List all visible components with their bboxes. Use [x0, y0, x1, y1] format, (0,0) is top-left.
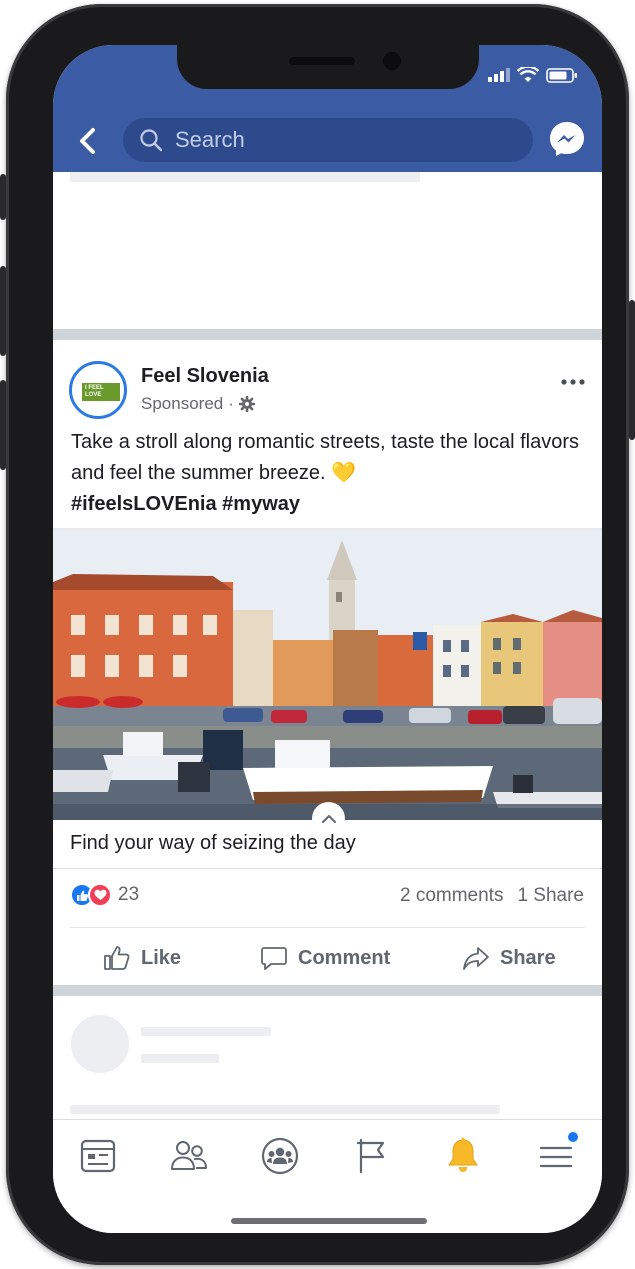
phone-frame: I FEEL LOVE Feel Slovenia Sponsored · — [0, 4, 635, 1265]
post-body-text: Take a stroll along romantic streets, ta… — [71, 431, 580, 484]
phone-screen: I FEEL LOVE Feel Slovenia Sponsored · — [53, 45, 602, 1233]
power-button — [629, 300, 635, 440]
engagement-stats: 2 comments 1 Share — [400, 885, 584, 907]
post-image[interactable] — [53, 530, 602, 820]
gear-icon[interactable] — [238, 396, 255, 412]
messenger-icon — [550, 122, 584, 156]
tab-menu[interactable] — [536, 1132, 578, 1176]
more-options-button[interactable] — [561, 373, 585, 386]
avatar-logo-text: I FEEL LOVE — [85, 385, 104, 398]
menu-notification-dot — [568, 1132, 578, 1142]
placeholder-strip — [70, 172, 420, 182]
heart-icon — [88, 883, 112, 907]
news-feed-icon — [80, 1139, 116, 1173]
home-indicator[interactable] — [231, 1218, 427, 1224]
feed-divider — [53, 329, 602, 340]
wifi-icon — [517, 67, 539, 82]
caption-divider — [53, 868, 602, 869]
speaker-grille — [289, 57, 355, 65]
tab-groups[interactable] — [260, 1136, 300, 1176]
mute-switch — [0, 174, 6, 220]
cellular-signal-icon — [488, 68, 510, 82]
notifications-bell-icon — [448, 1137, 478, 1172]
like-label: Like — [141, 946, 182, 969]
actions-divider — [70, 927, 585, 928]
tab-notifications[interactable] — [443, 1136, 483, 1176]
battery-icon — [546, 67, 577, 83]
chevron-up-icon — [321, 814, 336, 823]
page-name-link[interactable]: Feel Slovenia — [141, 365, 269, 388]
separator-dot: · — [228, 394, 234, 413]
chevron-left-icon — [80, 128, 95, 154]
search-icon — [140, 129, 163, 152]
messenger-button[interactable] — [548, 120, 586, 158]
friends-icon — [171, 1141, 207, 1170]
status-bar — [488, 67, 578, 83]
menu-icon — [539, 1146, 573, 1168]
link-caption[interactable]: Find your way of seizing the day — [53, 802, 602, 868]
share-arrow-icon — [463, 947, 489, 970]
share-label: Share — [500, 946, 556, 969]
comments-count-link[interactable]: 2 comments — [400, 885, 503, 907]
skeleton-line — [141, 1054, 219, 1063]
comment-bubble-icon — [261, 947, 287, 970]
more-horizontal-icon — [561, 379, 585, 385]
comment-label: Comment — [298, 946, 391, 969]
like-button[interactable]: Like — [103, 941, 181, 975]
post-hashtags[interactable]: #ifeelsLOVEnia #myway — [71, 489, 581, 520]
tab-pages[interactable] — [352, 1136, 392, 1176]
front-camera — [383, 52, 401, 70]
tab-news-feed[interactable] — [78, 1136, 118, 1176]
shares-count-link[interactable]: 1 Share — [517, 885, 584, 907]
post-text: Take a stroll along romantic streets, ta… — [71, 427, 581, 520]
sponsored-text: Sponsored — [141, 394, 224, 413]
tab-friends[interactable] — [169, 1136, 209, 1176]
harbor-photo — [53, 530, 602, 820]
search-input[interactable] — [175, 127, 515, 153]
caption-text: Find your way of seizing the day — [70, 832, 356, 854]
feed-divider — [53, 985, 602, 996]
skeleton-line — [141, 1027, 271, 1036]
expand-caption-button[interactable] — [312, 802, 345, 835]
skeleton-avatar — [71, 1015, 129, 1073]
volume-down-button — [0, 380, 6, 470]
share-button[interactable]: Share — [462, 941, 556, 975]
reaction-summary[interactable]: 23 — [70, 883, 139, 907]
skeleton-line — [70, 1105, 500, 1114]
page-avatar[interactable]: I FEEL LOVE — [69, 361, 127, 419]
feel-slovenia-logo: I FEEL LOVE — [82, 383, 120, 401]
reaction-count: 23 — [118, 884, 140, 905]
sponsored-label: Sponsored · — [141, 394, 255, 414]
pages-flag-icon — [356, 1138, 385, 1174]
device-notch — [177, 45, 479, 89]
post-header: I FEEL LOVE Feel Slovenia Sponsored · — [69, 361, 589, 421]
back-button[interactable] — [75, 127, 101, 155]
thumbs-up-icon — [104, 946, 130, 970]
search-bar[interactable] — [123, 118, 533, 162]
volume-up-button — [0, 266, 6, 356]
bottom-tab-bar — [53, 1119, 602, 1233]
comment-button[interactable]: Comment — [260, 941, 390, 975]
groups-icon — [261, 1137, 299, 1175]
